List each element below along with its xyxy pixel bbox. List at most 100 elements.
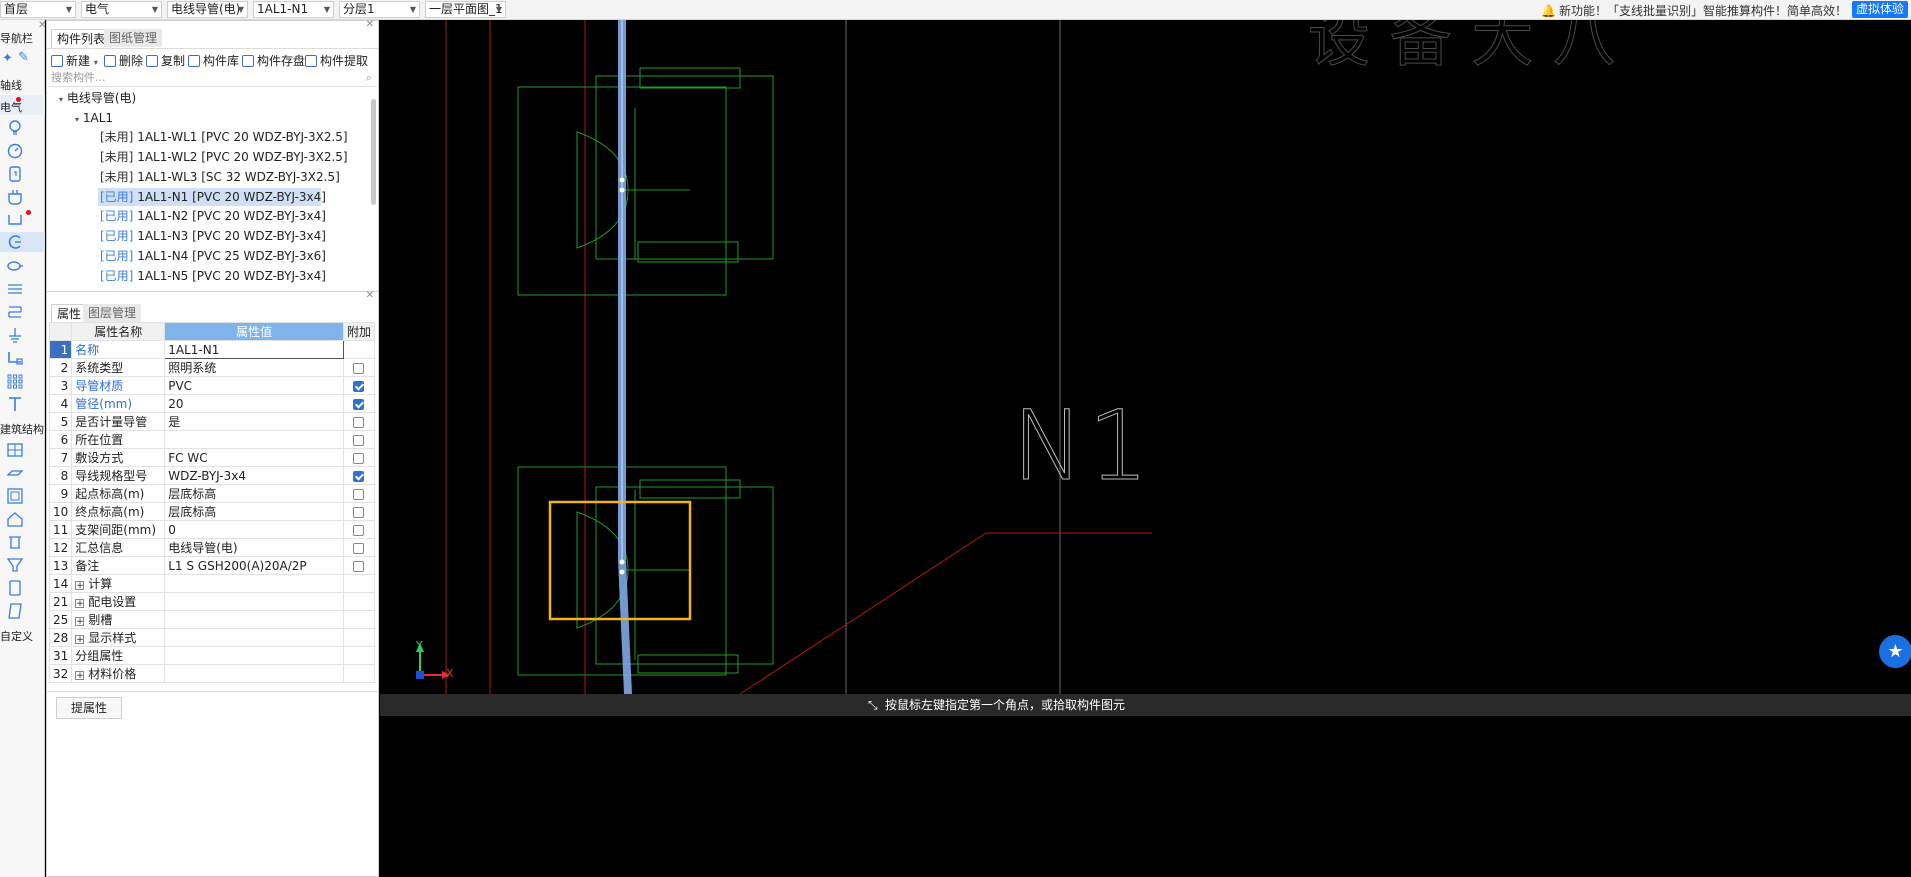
checkbox[interactable] (353, 560, 365, 572)
cad-drawing[interactable]: 设 备 大 八 (380, 20, 1911, 694)
checkbox[interactable] (353, 416, 365, 428)
get-properties-button[interactable]: 提属性 (56, 697, 122, 719)
table-row[interactable]: 8 导线规格型号 WDZ-BYJ-3x4 (48, 466, 376, 485)
discipline-select[interactable]: 电气 ▼ (81, 1, 162, 18)
drawing-canvas[interactable]: 设 备 大 八 N1 Y X ▼ ▼ ▼ ★ ⤡ 按鼠标左键指定第一个角点，或拾… (380, 20, 1911, 877)
tab-drawing-manage[interactable]: 图纸管理 (104, 29, 163, 47)
table-row[interactable]: 1 名称 1AL1-N1 (48, 340, 376, 359)
checkbox[interactable] (353, 488, 365, 500)
table-row[interactable]: 14 + 计算 (48, 574, 376, 593)
house-icon[interactable] (5, 510, 25, 528)
checkbox[interactable] (353, 542, 365, 554)
close-icon[interactable]: ✕ (366, 290, 374, 301)
trial-button[interactable]: 虚拟体验 (1851, 1, 1908, 18)
list-item[interactable]: [未用] 1AL1-WL3 [SC 32 WDZ-BYJ-3X2.5] (98, 168, 342, 186)
cable-icon[interactable] (5, 257, 25, 275)
category-select[interactable]: 电线导管(电) ▼ (167, 1, 248, 18)
list-item[interactable]: [未用] 1AL1-WL1 [PVC 20 WDZ-BYJ-3X2.5] (98, 128, 350, 146)
pen-icon[interactable]: ✎ (18, 50, 29, 65)
floor-select[interactable]: 首层 ▼ (0, 1, 76, 18)
component-select[interactable]: 1AL1-N1 ▼ (253, 1, 334, 18)
tab-component-list[interactable]: 构件列表 (51, 29, 112, 48)
nav-custom[interactable]: 自定义 (0, 628, 33, 644)
checkbox[interactable] (353, 452, 365, 464)
checkbox[interactable] (353, 524, 365, 536)
socket-icon[interactable] (5, 188, 25, 206)
window-icon[interactable] (5, 602, 25, 620)
scrollbar[interactable] (371, 99, 376, 205)
value-input[interactable]: 1AL1-N1 (164, 340, 344, 359)
wire-bundle-icon[interactable] (5, 280, 25, 298)
switch-icon[interactable] (5, 165, 25, 183)
extract-button[interactable]: 构件提取 (305, 52, 368, 69)
list-item-selected[interactable]: [已用] 1AL1-N1 [PVC 20 WDZ-BYJ-3x4] (98, 188, 326, 206)
delete-button[interactable]: 删除 (104, 52, 143, 69)
search-input[interactable]: 搜索构件... (49, 70, 377, 87)
beam-icon[interactable] (5, 464, 25, 482)
layer-select[interactable]: 分层1 ▼ (339, 1, 420, 18)
list-item[interactable]: [未用] 1AL1-WL2 [PVC 20 WDZ-BYJ-3X2.5] (98, 148, 350, 166)
checkbox-checked[interactable] (353, 398, 365, 410)
table-row[interactable]: 21 + 配电设置 (48, 592, 376, 611)
tray-icon[interactable] (5, 210, 25, 228)
star-icon[interactable]: ★ (1879, 635, 1911, 668)
library-button[interactable]: 构件库 (188, 52, 239, 69)
tree-group[interactable]: ▾ 1AL1 (75, 109, 113, 127)
expand-icon[interactable]: + (75, 581, 85, 591)
search-icon[interactable]: ⌕ (366, 71, 372, 85)
table-row[interactable]: 11 支架间距(mm) 0 (48, 520, 376, 539)
funnel-icon[interactable] (5, 556, 25, 574)
list-item[interactable]: [已用] 1AL1-N5 [PVC 20 WDZ-BYJ-3x4] (98, 267, 328, 285)
feature-notice[interactable]: 🔔 新功能！「支线批量识别」智能推算构件！简单高效！ (1541, 2, 1847, 19)
gauge-icon[interactable] (5, 142, 25, 160)
ground-icon[interactable] (5, 326, 25, 344)
tab-properties[interactable]: 属性 (51, 304, 88, 323)
expand-icon[interactable]: + (75, 599, 85, 609)
column-icon[interactable] (5, 533, 25, 551)
checkbox-checked[interactable] (353, 470, 365, 482)
fitting-icon[interactable] (5, 349, 25, 367)
list-item[interactable]: [已用] 1AL1-N4 [PVC 25 WDZ-BYJ-3x6] (98, 247, 328, 265)
table-row[interactable]: 25 + 剔槽 (48, 610, 376, 629)
close-icon[interactable]: ✕ (366, 19, 374, 30)
checkbox-checked[interactable] (353, 380, 365, 392)
list-item[interactable]: [已用] 1AL1-N3 [PVC 20 WDZ-BYJ-3x4] (98, 227, 328, 245)
expand-icon[interactable]: + (75, 635, 85, 645)
checkbox[interactable] (353, 434, 365, 446)
new-button[interactable]: 新建 ▾ (51, 52, 98, 69)
table-row[interactable]: 31 分组属性 (48, 646, 376, 665)
table-row[interactable]: 4 管径(mm) 20 (48, 394, 376, 413)
bulb-icon[interactable] (5, 119, 25, 137)
table-row[interactable]: 7 敷设方式 FC WC (48, 448, 376, 467)
expand-icon[interactable]: + (75, 617, 85, 627)
door-icon[interactable] (5, 579, 25, 597)
conduit-icon[interactable] (5, 233, 25, 251)
frame-icon[interactable] (5, 487, 25, 505)
table-row[interactable]: 2 系统类型 照明系统 (48, 358, 376, 377)
list-item[interactable]: [已用] 1AL1-N2 [PVC 20 WDZ-BYJ-3x4] (98, 207, 328, 225)
table-row[interactable]: 13 备注 L1 S GSH200(A)20A/2P (48, 556, 376, 575)
spring-icon[interactable] (5, 303, 25, 321)
checkbox[interactable] (353, 506, 365, 518)
table-row[interactable]: 5 是否计量导管是 (48, 412, 376, 431)
text-icon[interactable] (5, 395, 25, 413)
table-row[interactable]: 28 + 显示样式 (48, 628, 376, 647)
table-row[interactable]: 3 导管材质 PVC (48, 376, 376, 395)
sparkle-icon[interactable]: ✦ (2, 51, 13, 66)
drawing-select[interactable]: 一层平面图_1 ▼ (425, 1, 506, 18)
nav-axis[interactable]: 轴线 (0, 77, 22, 93)
table-row[interactable]: 10 终点标高(m) 层底标高 (48, 502, 376, 521)
expand-icon[interactable]: + (75, 671, 85, 681)
table-row[interactable]: 9 起点标高(m) 层底标高 (48, 484, 376, 503)
grid-icon[interactable] (5, 372, 25, 390)
nav-building[interactable]: 建筑结构 (0, 421, 44, 437)
wall-icon[interactable] (5, 441, 25, 459)
table-row[interactable]: 6 所在位置 (48, 430, 376, 449)
save-component-button[interactable]: 构件存盘 (242, 52, 305, 69)
tree-root[interactable]: ▾ 电线导管(电) (59, 89, 136, 107)
table-row[interactable]: 32 + 材料价格 (48, 664, 376, 683)
table-row[interactable]: 12 汇总信息 电线导管(电) (48, 538, 376, 557)
checkbox[interactable] (353, 362, 365, 374)
copy-button[interactable]: 复制 (146, 52, 185, 69)
tab-layer-manage[interactable]: 图层管理 (83, 304, 142, 322)
